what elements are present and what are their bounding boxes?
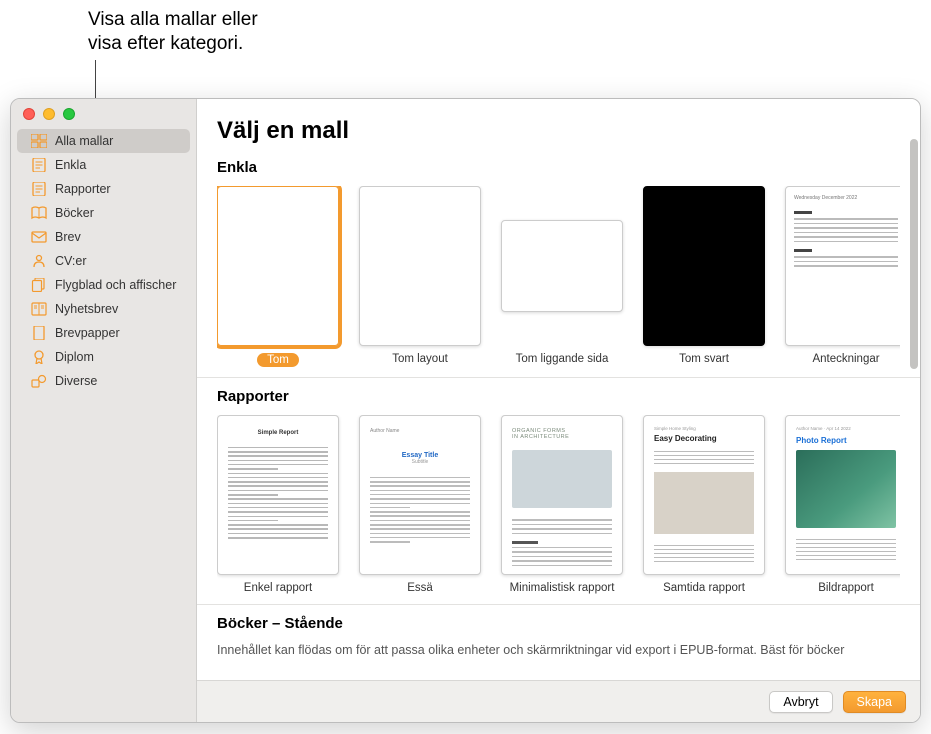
sidebar-item-rapporter[interactable]: Rapporter bbox=[17, 177, 190, 201]
category-sidebar: Alla mallar Enkla Rapporter Böcker Brev CV:er… bbox=[11, 99, 197, 722]
template-thumbnail[interactable] bbox=[501, 220, 623, 312]
sidebar-item-label: Brev bbox=[55, 230, 81, 244]
template-label: Bildrapport bbox=[818, 582, 874, 594]
template-label: Tom liggande sida bbox=[516, 353, 609, 365]
columns-icon bbox=[31, 302, 47, 316]
sidebar-item-diplom[interactable]: Diplom bbox=[17, 345, 190, 369]
template-item[interactable]: Tom layout bbox=[359, 186, 481, 367]
section-divider bbox=[197, 604, 920, 605]
sidebar-item-b-cker[interactable]: Böcker bbox=[17, 201, 190, 225]
section-heading: Rapporter bbox=[217, 388, 900, 405]
template-label: Tom layout bbox=[392, 353, 448, 365]
template-thumbnail[interactable]: Wednesday December 2022 bbox=[785, 186, 900, 346]
page-lines-icon bbox=[31, 182, 47, 196]
template-item[interactable]: Author Name · Apr 14 2022Photo Report Bil… bbox=[785, 415, 900, 594]
sidebar-item-label: Enkla bbox=[55, 158, 86, 172]
dialog-footer: Avbryt Skapa bbox=[197, 680, 920, 722]
template-item[interactable]: Simple Report Enkel rapport bbox=[217, 415, 339, 594]
page-icon bbox=[31, 326, 47, 340]
create-button[interactable]: Skapa bbox=[843, 691, 906, 713]
template-chooser-window: Alla mallar Enkla Rapporter Böcker Brev CV:er… bbox=[10, 98, 921, 723]
page-title: Välj en mall bbox=[217, 117, 900, 145]
shapes-icon bbox=[31, 374, 47, 388]
template-item[interactable]: Wednesday December 2022 Anteckningar bbox=[785, 186, 900, 367]
template-label: Tom svart bbox=[679, 353, 729, 365]
sidebar-item-flygblad-och-affischer[interactable]: Flygblad och affischer bbox=[17, 273, 190, 297]
template-label: Minimalistisk rapport bbox=[510, 582, 615, 594]
sidebar-item-label: Alla mallar bbox=[55, 134, 113, 148]
template-thumbnail[interactable] bbox=[643, 186, 765, 346]
sidebar-item-label: Brevpapper bbox=[55, 326, 120, 340]
template-row: Simple Report Enkel rapport Author NameEss… bbox=[217, 415, 900, 594]
scrollbar-track bbox=[906, 129, 920, 680]
template-thumbnail[interactable]: Simple Report bbox=[217, 415, 339, 575]
sidebar-item-cv-er[interactable]: CV:er bbox=[17, 249, 190, 273]
person-icon bbox=[31, 254, 47, 268]
pages-icon bbox=[31, 278, 47, 292]
ribbon-icon bbox=[31, 350, 47, 364]
template-item[interactable]: Tom svart bbox=[643, 186, 765, 367]
sidebar-item-label: CV:er bbox=[55, 254, 87, 268]
sidebar-item-alla-mallar[interactable]: Alla mallar bbox=[17, 129, 190, 153]
template-thumbnail[interactable]: Simple Home StylingEasy Decorating bbox=[643, 415, 765, 575]
section-description: Innehållet kan flödas om för att passa o… bbox=[217, 642, 900, 659]
template-scroll-area[interactable]: Välj en mall Enkla Tom Tom layout Tom ligga… bbox=[197, 99, 920, 680]
sidebar-item-label: Böcker bbox=[55, 206, 94, 220]
window-controls bbox=[23, 108, 75, 120]
template-label: Samtida rapport bbox=[663, 582, 745, 594]
template-row: Tom Tom layout Tom liggande sida Tom svart W… bbox=[217, 186, 900, 367]
template-item[interactable]: Tom bbox=[217, 186, 339, 367]
template-label: Essä bbox=[407, 582, 433, 594]
template-item[interactable]: Simple Home StylingEasy Decorating Samtid… bbox=[643, 415, 765, 594]
main-panel: Välj en mall Enkla Tom Tom layout Tom ligga… bbox=[197, 99, 920, 722]
zoom-window-button[interactable] bbox=[63, 108, 75, 120]
sidebar-item-enkla[interactable]: Enkla bbox=[17, 153, 190, 177]
sidebar-item-diverse[interactable]: Diverse bbox=[17, 369, 190, 393]
cancel-button[interactable]: Avbryt bbox=[769, 691, 832, 713]
template-item[interactable]: Tom liggande sida bbox=[501, 186, 623, 367]
page-lines-icon bbox=[31, 158, 47, 172]
section-divider bbox=[197, 377, 920, 378]
template-thumbnail[interactable]: Author Name · Apr 14 2022Photo Report bbox=[785, 415, 900, 575]
template-label: Tom bbox=[257, 353, 299, 367]
sidebar-item-label: Nyhetsbrev bbox=[55, 302, 118, 316]
sidebar-item-label: Flygblad och affischer bbox=[55, 278, 176, 292]
sidebar-item-nyhetsbrev[interactable]: Nyhetsbrev bbox=[17, 297, 190, 321]
minimize-window-button[interactable] bbox=[43, 108, 55, 120]
template-label: Enkel rapport bbox=[244, 582, 312, 594]
sidebar-item-label: Rapporter bbox=[55, 182, 111, 196]
template-thumbnail[interactable]: ORGANIC FORMSIN ARCHITECTURE bbox=[501, 415, 623, 575]
template-thumbnail[interactable] bbox=[359, 186, 481, 346]
template-item[interactable]: ORGANIC FORMSIN ARCHITECTURE Minimalistis… bbox=[501, 415, 623, 594]
book-icon bbox=[31, 206, 47, 220]
callout-text: Visa alla mallar eller visa efter katego… bbox=[88, 8, 258, 56]
template-thumbnail[interactable] bbox=[217, 186, 339, 346]
grid-icon bbox=[31, 134, 47, 148]
sidebar-item-label: Diverse bbox=[55, 374, 97, 388]
sidebar-item-brevpapper[interactable]: Brevpapper bbox=[17, 321, 190, 345]
template-label: Anteckningar bbox=[812, 353, 879, 365]
section-heading: Böcker – Stående bbox=[217, 615, 900, 632]
window-body: Alla mallar Enkla Rapporter Böcker Brev CV:er… bbox=[11, 99, 920, 722]
section-heading: Enkla bbox=[217, 159, 900, 176]
envelope-icon bbox=[31, 230, 47, 244]
sidebar-item-label: Diplom bbox=[55, 350, 94, 364]
template-item[interactable]: Author NameEssay TitleSubtitle Essä bbox=[359, 415, 481, 594]
close-window-button[interactable] bbox=[23, 108, 35, 120]
template-thumbnail[interactable]: Author NameEssay TitleSubtitle bbox=[359, 415, 481, 575]
scrollbar-thumb[interactable] bbox=[910, 139, 918, 369]
sidebar-item-brev[interactable]: Brev bbox=[17, 225, 190, 249]
